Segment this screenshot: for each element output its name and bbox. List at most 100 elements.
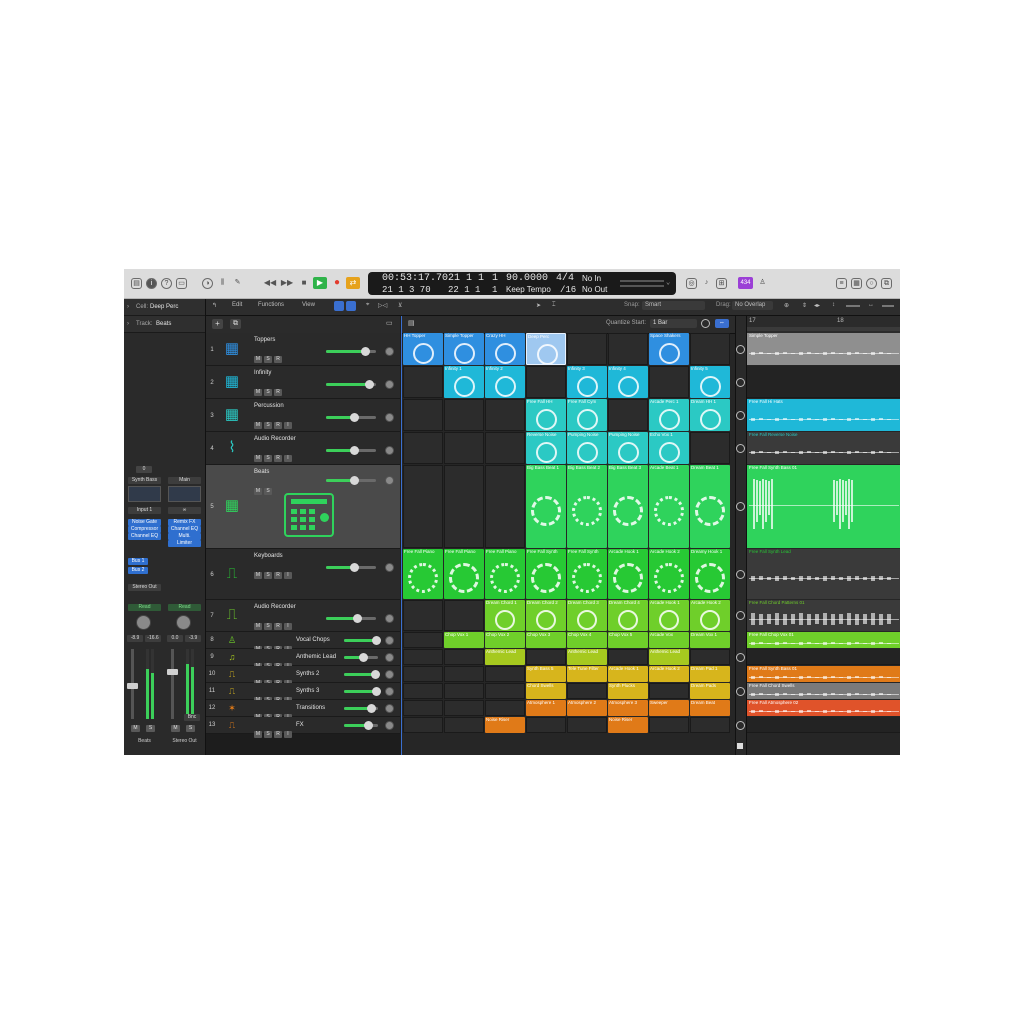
setting-button[interactable]: Synth Bass [128, 477, 161, 484]
link-icon[interactable]: ∞ [168, 507, 201, 514]
bounce-button[interactable]: Bnc [184, 714, 200, 721]
flex-icon[interactable]: ⊕ [784, 302, 789, 309]
region[interactable]: Free Fall Chord Swells [747, 683, 900, 699]
track-i-button[interactable]: I [284, 455, 292, 462]
loop-browser-icon[interactable]: ○ [866, 278, 877, 289]
empty-cell[interactable] [485, 683, 525, 699]
live-loop-cell[interactable]: Dream Chord 2 [526, 600, 566, 631]
duplicate-track-icon[interactable]: ⧉ [230, 319, 241, 329]
empty-cell[interactable] [690, 333, 730, 365]
track-buttons[interactable]: MSRI [254, 563, 294, 579]
metronome-icon[interactable]: ♪ [701, 278, 712, 289]
live-loop-cell[interactable]: Anthemic Lead [485, 649, 525, 665]
live-loop-cell[interactable]: Chord Swells [526, 683, 566, 699]
track-buttons[interactable]: MSRI [254, 671, 294, 687]
mixer-icon[interactable]: ⫼ [217, 278, 228, 289]
loop-icon[interactable]: ▷◁ [378, 302, 387, 309]
track-pan-knob[interactable] [385, 380, 394, 389]
back-icon[interactable]: ↰ [212, 302, 217, 309]
live-loop-cell[interactable]: Atmosphere 1 [526, 700, 566, 716]
track-header[interactable]: 10 ⎍ Synths 2MSRI [206, 666, 400, 687]
track-grid-trigger-icon[interactable] [736, 611, 745, 620]
empty-cell[interactable] [485, 700, 525, 716]
solo-button[interactable]: S [186, 725, 195, 732]
input-slot[interactable]: Input 1 [128, 507, 161, 514]
empty-cell[interactable] [690, 649, 730, 665]
live-loop-cell[interactable]: Infinity 2 [485, 366, 525, 398]
track-i-button[interactable]: I [284, 731, 292, 738]
live-loop-cell[interactable]: Noise Riser [485, 717, 525, 733]
live-loop-cell[interactable]: Chop Vox 5 [608, 632, 648, 648]
live-loop-cell[interactable]: Simple Topper [444, 333, 484, 365]
horizontal-zoom-icon[interactable]: ↔ [868, 302, 874, 308]
track-s-button[interactable]: S [264, 572, 272, 579]
zoom-slider[interactable] [882, 305, 894, 307]
track-buttons[interactable]: MSRI [254, 446, 294, 462]
track-header[interactable]: 6 ⎍ Keyboards M S R I [206, 549, 400, 600]
track-volume-fader[interactable] [326, 347, 376, 356]
track-m-button[interactable]: M [254, 422, 262, 429]
list-editors-icon[interactable]: ≡ [836, 278, 847, 289]
track-volume-fader[interactable] [344, 721, 378, 730]
live-loop-cell[interactable]: Deep Perc [526, 333, 566, 365]
grid-toggle-icon[interactable]: ⇔ [715, 319, 729, 328]
track-pan-knob[interactable] [385, 721, 394, 730]
quantize-select[interactable]: 1 Bar [650, 319, 697, 328]
waveform-zoom-icon[interactable]: ◂▸ [814, 302, 820, 309]
plugin-slot[interactable]: Channel EQ [128, 533, 161, 540]
inspector-track-row[interactable]: › Track: Beats [124, 316, 205, 333]
empty-cell[interactable] [526, 717, 566, 733]
track-grid-trigger-icon[interactable] [736, 721, 745, 730]
track-volume-fader[interactable] [326, 614, 376, 623]
track-m-button[interactable]: M [254, 389, 262, 396]
track-m-button[interactable]: M [254, 623, 262, 630]
live-loop-cell[interactable]: Arcade Vox [649, 632, 689, 648]
track-buttons[interactable]: MSR [254, 380, 284, 396]
toolbar-icon[interactable]: ▭ [176, 278, 187, 289]
empty-cell[interactable] [567, 717, 607, 733]
live-loop-cell[interactable]: Arcade Hook 1 [608, 666, 648, 682]
live-loop-cell[interactable]: Dream Pads [690, 683, 730, 699]
track-grid-trigger-icon[interactable] [736, 687, 745, 696]
empty-cell[interactable] [649, 683, 689, 699]
global-tracks-icon[interactable]: ▭ [386, 319, 393, 327]
cycle-area[interactable] [747, 327, 900, 331]
split-icon[interactable]: ⌖ [366, 302, 369, 309]
track-header[interactable]: 4 ⌇ Audio Recorder M S R I [206, 432, 400, 465]
track-header[interactable]: 7 ⎍ Audio Recorder M S R I [206, 600, 400, 632]
empty-cell[interactable] [567, 333, 607, 365]
track-buttons[interactable]: MSRI [254, 705, 294, 721]
live-loop-cell[interactable]: Dream Pad 1 [690, 666, 730, 682]
track-volume-fader[interactable] [344, 704, 378, 713]
empty-cell[interactable] [690, 717, 730, 733]
track-volume-fader[interactable] [326, 380, 376, 389]
region[interactable]: Free Fall Reverse Noise [747, 432, 900, 464]
track-i-button[interactable]: I [284, 623, 292, 630]
track-pan-knob[interactable] [385, 614, 394, 623]
track-header[interactable]: 2 ▦ Infinity M S R [206, 366, 400, 399]
track-volume-fader[interactable] [326, 413, 376, 422]
empty-cell[interactable] [403, 700, 443, 716]
track-r-button[interactable]: R [274, 623, 282, 630]
track-m-button[interactable]: M [254, 488, 262, 495]
strip-value[interactable]: 0 [136, 466, 152, 473]
track-s-button[interactable]: S [264, 731, 272, 738]
empty-cell[interactable] [444, 649, 484, 665]
notepad-icon[interactable]: ▦ [851, 278, 862, 289]
live-loop-cell[interactable]: Dream Chord 4 [608, 600, 648, 631]
empty-cell[interactable] [485, 432, 525, 464]
browsers-icon[interactable]: ⧉ [881, 278, 892, 289]
live-loop-cell[interactable]: Big Bass Beat 1 [526, 465, 566, 548]
empty-cell[interactable] [444, 700, 484, 716]
live-loop-cell[interactable]: Chop Vox 4 [567, 632, 607, 648]
send-slot[interactable]: Bus 1 [128, 558, 148, 565]
pan-knob[interactable] [136, 615, 151, 630]
live-loop-cell[interactable]: Crazy HH [485, 333, 525, 365]
track-m-button[interactable]: M [254, 572, 262, 579]
drag-select[interactable]: No Overlap [732, 301, 773, 310]
live-loop-cell[interactable]: Dream Chord 1 [485, 600, 525, 631]
track-pan-knob[interactable] [385, 653, 394, 662]
track-buttons[interactable]: MSRI [254, 637, 294, 653]
empty-cell[interactable] [485, 399, 525, 431]
track-grid-trigger-icon[interactable] [736, 570, 745, 579]
